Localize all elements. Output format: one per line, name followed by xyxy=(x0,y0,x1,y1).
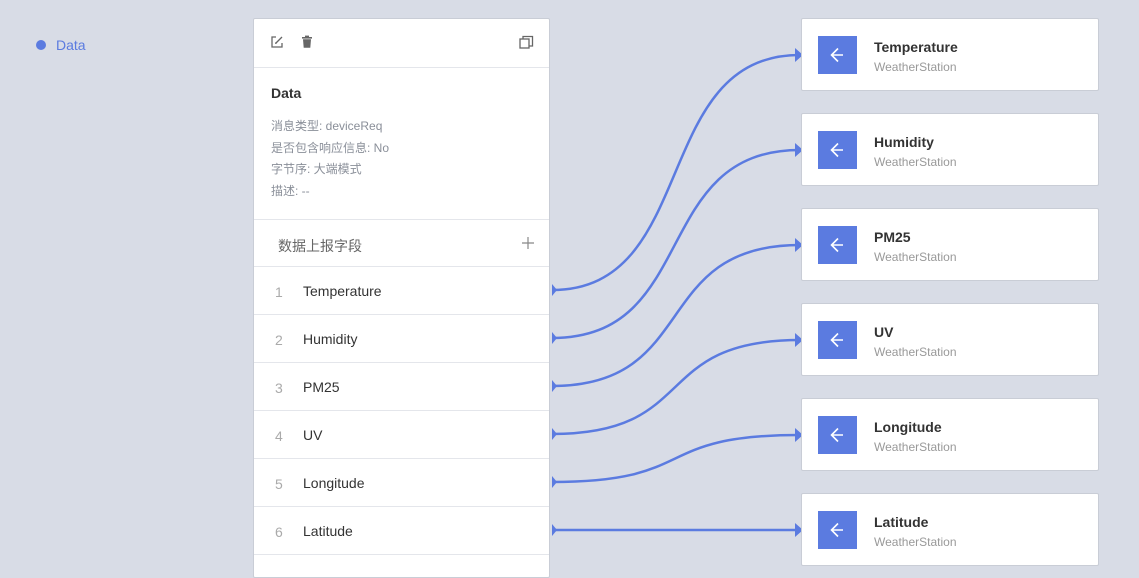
target-node[interactable]: Longitude WeatherStation xyxy=(801,398,1099,471)
connection-line xyxy=(551,148,801,340)
arrow-left-box-icon xyxy=(818,416,857,454)
legend-dot xyxy=(36,40,46,50)
target-name: PM25 xyxy=(874,229,911,245)
target-node[interactable]: PM25 WeatherStation xyxy=(801,208,1099,281)
arrow-left-box-icon xyxy=(818,226,857,264)
info-response: 是否包含响应信息: No xyxy=(271,140,390,155)
target-source: WeatherStation xyxy=(874,155,957,169)
arrow-left-box-icon xyxy=(818,511,857,549)
field-index: 5 xyxy=(275,476,283,492)
info-description: 描述: -- xyxy=(271,183,310,198)
target-source: WeatherStation xyxy=(874,60,957,74)
connection-port xyxy=(552,284,557,296)
info-byte-order: 字节序: 大端模式 xyxy=(271,162,362,176)
target-node[interactable]: Latitude WeatherStation xyxy=(801,493,1099,566)
source-node-panel: Data 消息类型: deviceReq 是否包含响应信息: No 字节序: 大… xyxy=(253,18,550,578)
field-index: 1 xyxy=(275,284,283,300)
node-title: Data xyxy=(271,85,302,101)
connection-line xyxy=(551,433,801,484)
plus-icon[interactable] xyxy=(521,236,535,250)
arrow-left-box-icon xyxy=(818,131,857,169)
field-name: PM25 xyxy=(303,379,340,395)
field-row[interactable]: 6 Latitude xyxy=(254,507,549,555)
field-name: Temperature xyxy=(303,283,382,299)
field-name: Humidity xyxy=(303,331,358,347)
field-row[interactable]: 3 PM25 xyxy=(254,363,549,411)
arrow-left-box-icon xyxy=(818,36,857,74)
field-name: Latitude xyxy=(303,523,353,539)
field-row[interactable]: 5 Longitude xyxy=(254,459,549,507)
edit-icon[interactable] xyxy=(270,35,286,51)
target-name: Longitude xyxy=(874,419,942,435)
info-message-type: 消息类型: deviceReq xyxy=(271,119,383,133)
panel-toolbar xyxy=(254,19,549,68)
target-name: UV xyxy=(874,324,894,340)
field-name: Longitude xyxy=(303,475,365,491)
field-index: 3 xyxy=(275,380,283,396)
field-row[interactable]: 4 UV xyxy=(254,411,549,459)
section-label: 数据上报字段 xyxy=(278,238,362,254)
connection-line xyxy=(551,243,801,388)
legend: Data xyxy=(36,37,86,53)
target-source: WeatherStation xyxy=(874,250,957,264)
field-row[interactable]: 1 Temperature xyxy=(254,267,549,315)
legend-label: Data xyxy=(56,37,86,53)
node-info: Data 消息类型: deviceReq 是否包含响应信息: No 字节序: 大… xyxy=(254,68,549,220)
field-row[interactable]: 2 Humidity xyxy=(254,315,549,363)
fields-section-header: 数据上报字段 xyxy=(254,220,549,267)
target-name: Humidity xyxy=(874,134,934,150)
target-node[interactable]: Temperature WeatherStation xyxy=(801,18,1099,91)
field-index: 6 xyxy=(275,524,283,540)
target-source: WeatherStation xyxy=(874,440,957,454)
target-node[interactable]: Humidity WeatherStation xyxy=(801,113,1099,186)
target-name: Latitude xyxy=(874,514,929,530)
connection-line xyxy=(551,53,801,292)
field-name: UV xyxy=(303,427,323,443)
restore-window-icon[interactable] xyxy=(519,35,535,51)
arrow-left-box-icon xyxy=(818,321,857,359)
target-node[interactable]: UV WeatherStation xyxy=(801,303,1099,376)
target-source: WeatherStation xyxy=(874,535,957,549)
connection-port xyxy=(552,428,557,440)
field-index: 2 xyxy=(275,332,283,348)
target-source: WeatherStation xyxy=(874,345,957,359)
connection-port xyxy=(552,524,557,536)
connection-port xyxy=(552,380,557,392)
field-index: 4 xyxy=(275,428,283,444)
connection-line xyxy=(551,338,801,436)
connection-port xyxy=(552,476,557,488)
target-name: Temperature xyxy=(874,39,958,55)
connection-port xyxy=(552,332,557,344)
trash-icon[interactable] xyxy=(300,35,316,51)
